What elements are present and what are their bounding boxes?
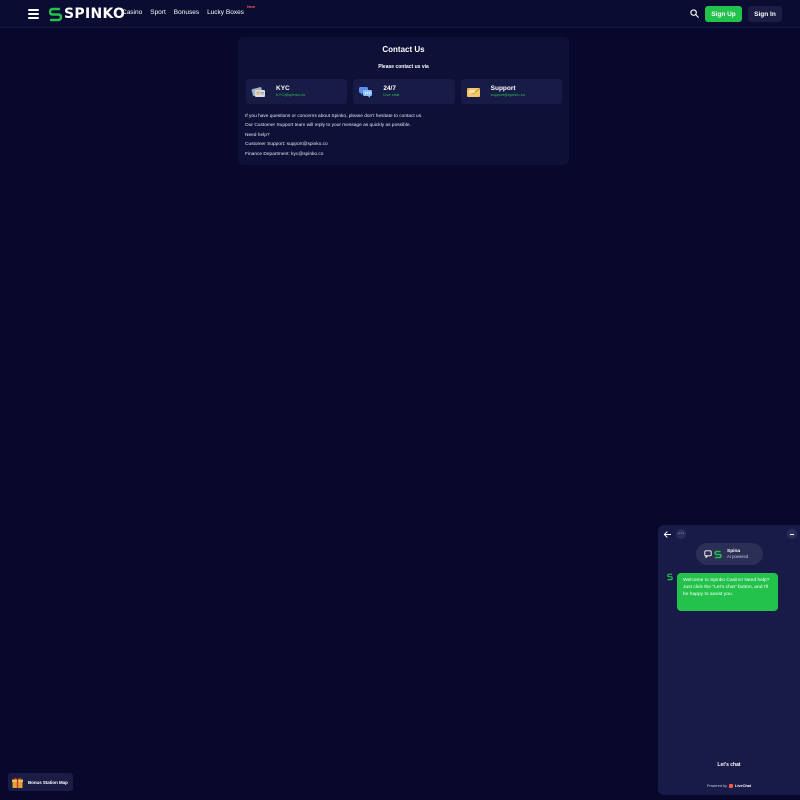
channel-kyc-name: KYC <box>276 84 290 92</box>
nav-casino[interactable]: Casino <box>122 9 142 16</box>
nav-sport[interactable]: Sport <box>150 9 166 16</box>
bonus-station-map-button[interactable]: Bonus Station Map <box>8 773 73 791</box>
sign-in-button[interactable]: Sign In <box>748 6 782 22</box>
body-line: If you have questions or concerns about … <box>245 114 423 119</box>
channel-support-email[interactable]: support@spinko.co <box>491 93 525 98</box>
bot-avatar-icon <box>667 573 673 581</box>
body-line: Finance Department: kyc@spinko.co <box>245 151 324 157</box>
nav-lucky-boxes-label: Lucky Boxes <box>207 9 244 16</box>
agent-info: Spina AI powered <box>696 543 763 565</box>
bonus-station-label: Bonus Station Map <box>28 779 68 785</box>
sign-up-button[interactable]: Sign Up <box>705 6 742 22</box>
minimize-icon[interactable] <box>787 529 797 539</box>
main-nav: Casino Sport Bonuses Lucky Boxes New <box>122 5 255 16</box>
body-line: Our Customer Support team will reply to … <box>245 123 411 129</box>
chat-avatar-icon <box>704 550 712 558</box>
channel-kyc[interactable]: KYC KYC@spinko.co <box>246 79 348 104</box>
channel-live-chat[interactable]: 24/7 Live chat <box>353 79 455 104</box>
channel-live-chat-name: 24/7 <box>383 84 396 92</box>
agent-subtitle: AI powered <box>727 554 749 560</box>
nav-lucky-boxes[interactable]: Lucky Boxes New <box>207 5 255 16</box>
envelope-icon <box>466 87 480 97</box>
channel-support[interactable]: Support support@spinko.co <box>460 79 562 104</box>
spinko-agent-icon <box>714 550 722 558</box>
channel-live-chat-sub[interactable]: Live chat <box>383 93 399 98</box>
contact-subtitle: Please contact us via <box>378 64 429 70</box>
body-line: Need help? <box>245 132 270 138</box>
id-cards-icon <box>251 86 265 97</box>
livechat-logo-icon <box>729 784 733 788</box>
more-options-icon[interactable]: ⋯ <box>676 529 686 539</box>
channel-kyc-email[interactable]: KYC@spinko.co <box>276 93 305 98</box>
spinko-logo-icon <box>49 7 62 21</box>
menu-icon[interactable] <box>28 9 39 19</box>
nav-bonuses[interactable]: Bonuses <box>174 9 199 16</box>
page-title: Contact Us <box>382 45 425 54</box>
chat-message-bubble: Welcome to Spinko Casino! Need help? Jus… <box>677 573 778 611</box>
site-logo[interactable]: SPINKO <box>49 6 125 22</box>
contact-card: Contact Us Please contact us via KYC KYC… <box>238 37 569 165</box>
powered-by-prefix: Powered by <box>706 784 727 788</box>
contact-channels: KYC KYC@spinko.co 24/7 Live chat Support… <box>246 79 562 104</box>
logo-text: SPINKO <box>64 6 126 22</box>
lets-chat-button[interactable]: Let's chat <box>658 762 800 768</box>
search-icon[interactable] <box>690 9 699 18</box>
live-chat-widget: ⋯ Spina AI powered Welcome to Spinko Cas… <box>658 525 800 795</box>
channel-support-name: Support <box>490 84 516 92</box>
back-arrow-icon[interactable] <box>663 530 672 539</box>
new-badge: New <box>247 5 255 9</box>
top-header: SPINKO Casino Sport Bonuses Lucky Boxes … <box>0 0 800 28</box>
contact-body: If you have questions or concerns about … <box>245 112 422 159</box>
gift-icon <box>12 777 23 788</box>
powered-by-brand: LiveChat <box>735 784 752 788</box>
chat-bubbles-icon <box>359 86 373 98</box>
powered-by[interactable]: Powered by LiveChat <box>658 784 800 788</box>
body-line: Customer Support: support@spinko.co <box>245 142 328 148</box>
